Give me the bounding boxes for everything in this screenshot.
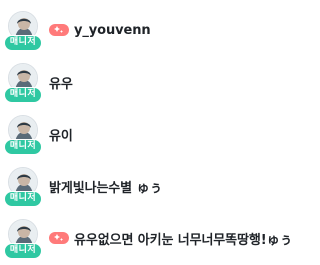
user-list: 매니저 y_youvenn 매니저 유우 매니저 유이 매니저 밝게빛나는수별 … (0, 0, 299, 265)
manager-badge: 매니저 (4, 87, 42, 103)
manager-badge: 매니저 (4, 191, 42, 207)
name-area: y_youvenn (49, 20, 151, 40)
user-row[interactable]: 매니저 유우없으면 아키눈 너무너무똑땅행!ゅぅ (0, 218, 299, 265)
manager-badge: 매니저 (4, 243, 42, 259)
name-area: 밝게빛나는수별 ゅぅ (49, 176, 162, 196)
user-name[interactable]: 유우 (49, 73, 73, 92)
avatar-container[interactable]: 매니저 (4, 10, 42, 56)
avatar-container[interactable]: 매니저 (4, 62, 42, 108)
avatar-container[interactable]: 매니저 (4, 166, 42, 212)
user-name[interactable]: 유이 (49, 125, 73, 144)
avatar-container[interactable]: 매니저 (4, 218, 42, 264)
special-badge-icon (49, 232, 69, 244)
manager-badge: 매니저 (4, 139, 42, 155)
name-area: 유우 (49, 72, 73, 92)
name-area: 유우없으면 아키눈 너무너무똑땅행!ゅぅ (49, 228, 292, 248)
user-row[interactable]: 매니저 y_youvenn (0, 10, 299, 58)
name-area: 유이 (49, 124, 73, 144)
manager-badge: 매니저 (4, 35, 42, 51)
avatar-container[interactable]: 매니저 (4, 114, 42, 160)
user-name[interactable]: 밝게빛나는수별 ゅぅ (49, 177, 162, 196)
user-name[interactable]: y_youvenn (74, 23, 151, 38)
user-name[interactable]: 유우없으면 아키눈 너무너무똑땅행!ゅぅ (74, 229, 292, 248)
user-row[interactable]: 매니저 유이 (0, 114, 299, 162)
user-row[interactable]: 매니저 유우 (0, 62, 299, 110)
user-row[interactable]: 매니저 밝게빛나는수별 ゅぅ (0, 166, 299, 214)
special-badge-icon (49, 24, 69, 36)
